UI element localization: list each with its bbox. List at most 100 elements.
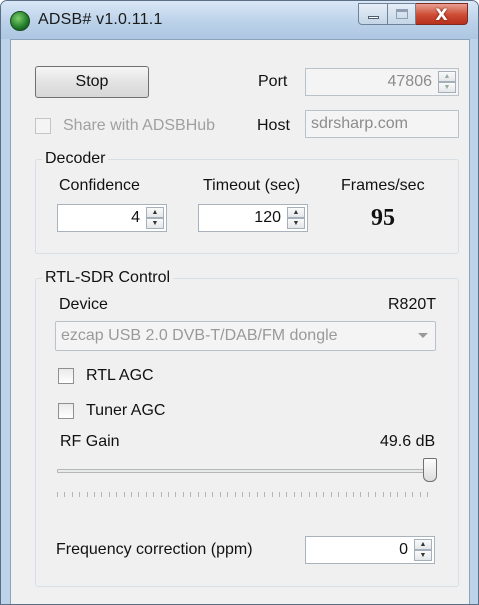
frames-per-sec-value: 95 bbox=[371, 205, 395, 231]
host-field: sdrsharp.com bbox=[305, 110, 459, 138]
share-with-adsbhub-checkbox bbox=[35, 118, 51, 134]
rtl-agc-checkbox[interactable] bbox=[58, 368, 74, 384]
slider-tick bbox=[316, 492, 317, 497]
slider-tick bbox=[382, 492, 384, 497]
slider-tick bbox=[160, 492, 162, 497]
close-icon: X bbox=[435, 4, 448, 24]
spin-down-icon: ▼ bbox=[438, 82, 456, 93]
frames-per-sec-label: Frames/sec bbox=[341, 177, 425, 194]
slider-tick bbox=[271, 492, 273, 497]
timeout-input[interactable]: 120 ▲ ▼ bbox=[198, 204, 308, 232]
host-label: Host bbox=[257, 117, 290, 134]
slider-tick bbox=[123, 492, 125, 497]
device-select-value: ezcap USB 2.0 DVB-T/DAB/FM dongle bbox=[61, 327, 338, 344]
timeout-value: 120 bbox=[254, 209, 281, 226]
slider-tick bbox=[330, 492, 332, 497]
slider-tick bbox=[79, 492, 81, 497]
spin-up-icon[interactable]: ▲ bbox=[287, 207, 305, 218]
app-window: ADSB# v1.0.11.1 X Stop Port 47806 ▲ ▼ Sh… bbox=[0, 0, 479, 605]
frequency-correction-value: 0 bbox=[399, 541, 408, 558]
slider-tick bbox=[94, 492, 95, 497]
slider-tick bbox=[264, 492, 266, 497]
slider-tick bbox=[279, 492, 280, 497]
client-area: Stop Port 47806 ▲ ▼ Share with ADSBHub H… bbox=[10, 39, 470, 604]
port-label: Port bbox=[258, 73, 288, 90]
slider-tick bbox=[397, 492, 399, 497]
rf-gain-slider-ticks bbox=[57, 492, 428, 498]
confidence-value: 4 bbox=[131, 209, 140, 226]
spin-down-icon[interactable]: ▼ bbox=[146, 218, 164, 229]
decoder-group-title: Decoder bbox=[42, 150, 109, 168]
slider-tick bbox=[101, 492, 103, 497]
spin-down-icon[interactable]: ▼ bbox=[414, 550, 432, 561]
slider-tick bbox=[249, 492, 251, 497]
close-button[interactable]: X bbox=[416, 3, 468, 25]
stop-button[interactable]: Stop bbox=[35, 66, 149, 98]
slider-tick bbox=[256, 492, 258, 497]
chevron-down-icon bbox=[418, 333, 428, 338]
slider-tick bbox=[390, 492, 391, 497]
slider-tick bbox=[338, 492, 340, 497]
slider-tick bbox=[197, 492, 199, 497]
slider-tick bbox=[182, 492, 184, 497]
spin-down-icon[interactable]: ▼ bbox=[287, 218, 305, 229]
slider-tick bbox=[86, 492, 88, 497]
device-model: R820T bbox=[388, 296, 437, 313]
device-select: ezcap USB 2.0 DVB-T/DAB/FM dongle bbox=[55, 321, 436, 351]
confidence-input[interactable]: 4 ▲ ▼ bbox=[57, 204, 167, 232]
slider-tick bbox=[153, 492, 155, 497]
rtl-sdr-control-group-title: RTL-SDR Control bbox=[42, 269, 174, 287]
slider-tick bbox=[219, 492, 221, 497]
slider-tick bbox=[190, 492, 192, 497]
spin-up-icon[interactable]: ▲ bbox=[414, 539, 432, 550]
device-label: Device bbox=[59, 296, 108, 313]
minimize-button[interactable] bbox=[358, 3, 388, 25]
share-with-adsbhub-label: Share with ADSBHub bbox=[63, 117, 216, 134]
timeout-spinner[interactable]: ▲ ▼ bbox=[287, 207, 305, 229]
title-bar[interactable]: ADSB# v1.0.11.1 X bbox=[1, 1, 478, 39]
slider-tick bbox=[145, 492, 147, 497]
confidence-spinner[interactable]: ▲ ▼ bbox=[146, 207, 164, 229]
slider-tick bbox=[138, 492, 140, 497]
slider-tick bbox=[227, 492, 229, 497]
slider-tick bbox=[367, 492, 369, 497]
host-value: sdrsharp.com bbox=[311, 115, 408, 132]
slider-tick bbox=[360, 492, 362, 497]
frequency-correction-spinner[interactable]: ▲ ▼ bbox=[414, 539, 432, 561]
slider-tick bbox=[412, 492, 414, 497]
slider-tick bbox=[108, 492, 110, 497]
maximize-button bbox=[388, 3, 416, 25]
slider-tick bbox=[404, 492, 406, 497]
spin-up-icon[interactable]: ▲ bbox=[146, 207, 164, 218]
confidence-label: Confidence bbox=[59, 177, 140, 194]
rf-gain-label: RF Gain bbox=[60, 433, 120, 450]
slider-tick bbox=[71, 492, 73, 497]
slider-tick bbox=[234, 492, 236, 497]
slider-tick bbox=[168, 492, 169, 497]
slider-tick bbox=[175, 492, 177, 497]
slider-tick bbox=[286, 492, 288, 497]
slider-tick bbox=[353, 492, 354, 497]
port-value: 47806 bbox=[387, 73, 433, 90]
frequency-correction-input[interactable]: 0 ▲ ▼ bbox=[305, 536, 435, 564]
slider-tick bbox=[116, 492, 118, 497]
slider-tick bbox=[57, 492, 58, 497]
port-spinner: ▲ ▼ bbox=[438, 71, 456, 93]
slider-tick bbox=[301, 492, 303, 497]
timeout-label: Timeout (sec) bbox=[203, 177, 301, 194]
rf-gain-value: 49.6 dB bbox=[380, 433, 436, 450]
rtl-agc-label[interactable]: RTL AGC bbox=[86, 367, 154, 385]
tuner-agc-checkbox[interactable] bbox=[58, 403, 74, 419]
slider-tick bbox=[427, 492, 428, 497]
slider-tick bbox=[308, 492, 310, 497]
app-icon[interactable] bbox=[10, 11, 30, 31]
rf-gain-slider-thumb[interactable] bbox=[423, 458, 437, 482]
tuner-agc-label[interactable]: Tuner AGC bbox=[86, 402, 165, 420]
slider-tick bbox=[131, 492, 132, 497]
rf-gain-slider-track[interactable] bbox=[57, 469, 437, 473]
slider-tick bbox=[212, 492, 214, 497]
frequency-correction-label: Frequency correction (ppm) bbox=[56, 541, 253, 558]
port-field: 47806 ▲ ▼ bbox=[305, 68, 459, 96]
slider-tick bbox=[323, 492, 325, 497]
slider-tick bbox=[375, 492, 377, 497]
